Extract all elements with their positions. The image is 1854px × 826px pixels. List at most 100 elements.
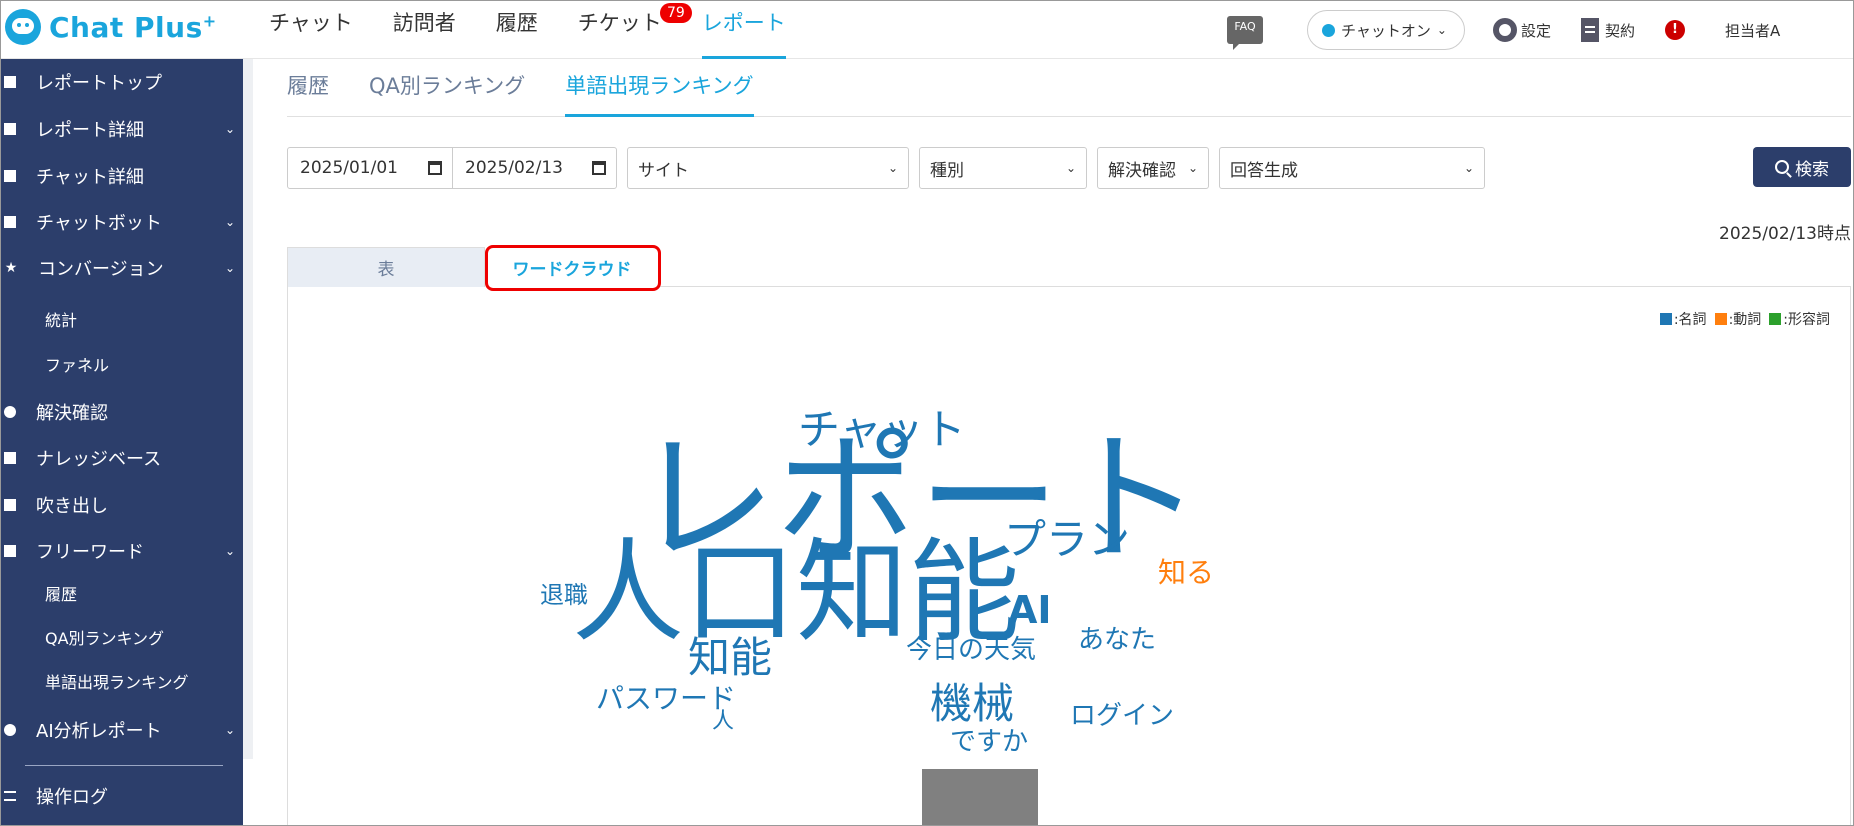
as-of-date: 2025/02/13時点: [1719, 224, 1851, 244]
search-button[interactable]: 検索: [1753, 147, 1851, 187]
type-select[interactable]: 種別 ⌄: [919, 147, 1087, 189]
sidebar-item-label: レポートトップ: [36, 73, 162, 94]
sidebar-item-label: 吹き出し: [36, 496, 108, 517]
resolution-select[interactable]: 解決確認 ⌄: [1097, 147, 1209, 189]
nav-chat[interactable]: チャット: [269, 1, 353, 59]
sidebar-subitem-qa-ranking[interactable]: QA別ランキング: [45, 625, 164, 649]
site-select-value: サイト: [638, 160, 689, 181]
view-tabs: 表 ワードクラウド: [287, 245, 1851, 291]
cloud-word: 人口知能: [572, 528, 1020, 658]
sidebar-item-knowledge-base[interactable]: ナレッジベース: [1, 441, 243, 475]
sidebar-item-ai-report[interactable]: AI分析レポート ⌄: [1, 713, 243, 747]
legend-noun: :名詞: [1659, 309, 1707, 329]
calendar-icon: [592, 161, 606, 175]
dashboard-icon: [4, 76, 16, 88]
tab-table[interactable]: 表: [287, 247, 485, 287]
legend-label: :動詞: [1728, 312, 1762, 328]
tab-word-ranking[interactable]: 単語出現ランキング: [565, 59, 754, 117]
cloud-word: AI: [1008, 588, 1052, 632]
speech-bubble-icon: [4, 499, 16, 511]
chevron-down-icon: ⌄: [224, 261, 235, 275]
search-icon: [1775, 160, 1789, 174]
cloud-word: 知能: [688, 633, 773, 682]
cloud-word: ですか: [950, 727, 1029, 757]
highlight-box: [485, 245, 661, 291]
cloud-word: 知る: [1158, 556, 1215, 589]
sidebar-item-chatbot[interactable]: チャットボット ⌄: [1, 205, 243, 239]
sidebar-item-label: レポート詳細: [36, 120, 144, 141]
chevron-down-icon: ⌄: [1187, 161, 1198, 175]
sidebar-item-label: AI分析レポート: [36, 721, 162, 742]
nav-ticket-label: チケット: [577, 11, 662, 35]
tab-history[interactable]: 履歴: [287, 59, 329, 117]
sidebar-item-label: チャット詳細: [36, 167, 144, 188]
sidebar: レポートトップ レポート詳細 ⌄ チャット詳細 チャットボット ⌄ ★ コンバー…: [1, 59, 243, 825]
type-select-value: 種別: [930, 160, 964, 181]
answer-select[interactable]: 回答生成 ⌄: [1219, 147, 1485, 189]
date-to-field[interactable]: 2025/02/13: [452, 148, 616, 188]
cloud-word: あなた: [1078, 625, 1157, 655]
filter-bar: 2025/01/01 2025/02/13 サイト ⌄ 種別 ⌄ 解決確認 ⌄: [287, 147, 1495, 189]
legend-adjective: :形容詞: [1769, 309, 1830, 329]
sidebar-subitem-word-ranking[interactable]: 単語出現ランキング: [45, 669, 189, 693]
sidebar-divider: [25, 765, 223, 766]
sidebar-scrollbar[interactable]: [243, 59, 253, 759]
sidebar-subitem-history[interactable]: 履歴: [45, 581, 77, 605]
faq-icon[interactable]: FAQ: [1226, 16, 1263, 50]
cloud-word: チャット: [798, 405, 966, 454]
sidebar-item-label: フリーワード: [36, 542, 144, 563]
star-icon: ★: [4, 260, 18, 276]
date-from-field[interactable]: 2025/01/01: [288, 148, 452, 188]
date-range: 2025/01/01 2025/02/13: [287, 147, 617, 189]
alert-icon[interactable]: !: [1665, 20, 1685, 40]
chat-bubble-icon: [4, 216, 16, 228]
gear-icon: [1492, 18, 1517, 42]
cloud-word: ログイン: [1070, 701, 1175, 731]
sidebar-item-label: ナレッジベース: [36, 449, 162, 470]
nav-history[interactable]: 履歴: [496, 1, 538, 59]
logo[interactable]: Chat Plus+: [5, 7, 217, 47]
chat-status-dropdown[interactable]: チャットオン ⌄: [1306, 10, 1465, 50]
sidebar-item-report-top[interactable]: レポートトップ: [1, 65, 243, 99]
legend-verb: :動詞: [1714, 309, 1762, 329]
sidebar-subitem-statistics[interactable]: 統計: [45, 307, 77, 331]
answer-select-value: 回答生成: [1230, 160, 1298, 181]
cloud-word: 退職: [540, 581, 588, 609]
lightbulb-icon: [4, 406, 16, 418]
top-bar: Chat Plus+ チャット 訪問者 履歴 チケット 79 レポート FAQ …: [1, 1, 1853, 59]
sidebar-item-speech-bubble[interactable]: 吹き出し: [1, 488, 243, 522]
legend-label: :形容詞: [1783, 312, 1830, 328]
menu-icon: [4, 791, 16, 801]
lightbulb-icon: [4, 724, 16, 736]
logo-text: Chat Plus+: [49, 10, 217, 44]
nav-visitors[interactable]: 訪問者: [393, 1, 456, 59]
chevron-down-icon: ⌄: [224, 544, 235, 558]
settings-link[interactable]: 設定: [1492, 18, 1551, 42]
nav-report[interactable]: レポート: [701, 1, 786, 59]
chevron-down-icon: ⌄: [224, 122, 235, 136]
sidebar-item-conversion[interactable]: ★ コンバージョン ⌄: [1, 251, 243, 285]
ticket-count-badge: 79: [659, 3, 692, 23]
user-menu[interactable]: 担当者A: [1725, 20, 1853, 41]
sidebar-item-chat-detail[interactable]: チャット詳細: [1, 159, 243, 193]
site-select[interactable]: サイト ⌄: [627, 147, 909, 189]
sidebar-item-free-word[interactable]: フリーワード ⌄: [1, 534, 243, 568]
app-window: Chat Plus+ チャット 訪問者 履歴 チケット 79 レポート FAQ …: [0, 0, 1854, 826]
sidebar-item-label: 解決確認: [36, 403, 108, 424]
nav-ticket[interactable]: チケット 79: [577, 1, 692, 59]
contract-link[interactable]: 契約: [1580, 18, 1635, 42]
chart-icon: [4, 123, 16, 135]
chat-status-label: チャットオン: [1340, 21, 1431, 40]
sidebar-item-report-detail[interactable]: レポート詳細 ⌄: [1, 112, 243, 146]
chevron-down-icon: ⌄: [224, 215, 235, 229]
tab-qa-ranking[interactable]: QA別ランキング: [369, 59, 525, 117]
date-to-value: 2025/02/13: [465, 158, 563, 178]
chevron-down-icon: ⌄: [887, 161, 898, 175]
sidebar-subitem-funnel[interactable]: ファネル: [45, 352, 109, 376]
cloud-word: 人: [712, 709, 735, 734]
status-dot-icon: [1321, 23, 1335, 37]
chevron-down-icon: ⌄: [1463, 161, 1474, 175]
sidebar-item-operation-log[interactable]: 操作ログ: [1, 779, 243, 813]
sidebar-item-resolution[interactable]: 解決確認: [1, 395, 243, 429]
sidebar-item-label: コンバージョン: [38, 259, 164, 280]
